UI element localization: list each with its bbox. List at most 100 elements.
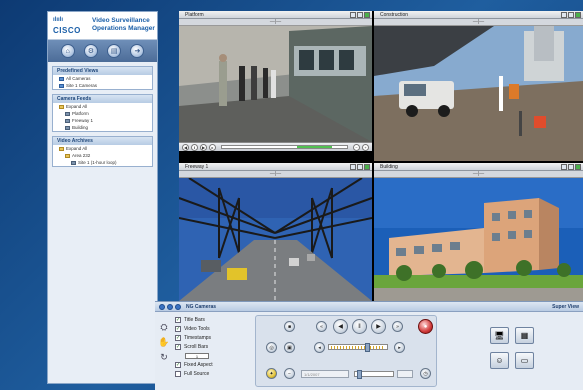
home-button[interactable]: ⌂ <box>60 44 75 58</box>
pane-freeway[interactable]: Freeway 1 —|— <box>179 163 372 301</box>
time-slider[interactable] <box>354 370 394 379</box>
tree-item-expand-all[interactable]: Expand All <box>53 103 152 110</box>
zoom-out-button[interactable]: − <box>353 143 360 151</box>
pane-resize-bar[interactable]: —|— <box>179 171 372 178</box>
minimize-button[interactable] <box>561 164 567 170</box>
checkbox[interactable]: ✓ <box>175 325 181 332</box>
clock-button[interactable]: ◷ <box>420 368 431 379</box>
status-button[interactable] <box>575 164 581 170</box>
zoom-in-button[interactable]: + <box>362 143 369 151</box>
predefined-views-section: Predefined Views All Cameras Site 1 Came… <box>52 66 153 90</box>
option-full-source[interactable]: Full Source <box>175 369 237 378</box>
tree-item-building[interactable]: Building <box>53 124 152 131</box>
tree-item-area[interactable]: Area 232 <box>53 152 152 159</box>
view-icon <box>59 83 64 88</box>
pause-button[interactable]: ‖ <box>191 143 198 151</box>
section-title[interactable]: Predefined Views <box>53 67 152 75</box>
option-fixed-aspect[interactable]: ✓ Fixed Aspect <box>175 360 237 369</box>
layout-single-button[interactable]: 🖥 <box>490 327 509 344</box>
snapshot-button[interactable]: ▣ <box>284 342 295 353</box>
step-button[interactable]: ▸ <box>209 143 216 151</box>
zoom-button[interactable] <box>357 164 363 170</box>
camera-icon <box>71 160 76 165</box>
fast-button[interactable]: ▸ <box>394 342 405 353</box>
layout-people-button[interactable]: ☺ <box>490 352 509 369</box>
layout-screen-button[interactable]: ▭ <box>515 352 534 369</box>
left-panel: ılıılı CISCO Video Surveillance Operatio… <box>47 11 158 384</box>
layout-quad-button[interactable]: ▦ <box>515 327 534 344</box>
playback-timeline[interactable] <box>221 145 348 149</box>
minimize-button[interactable] <box>350 164 356 170</box>
refresh-button[interactable] <box>175 304 181 310</box>
camera-tool-icon[interactable]: ⛭ <box>160 322 167 333</box>
pane-resize-bar[interactable]: —|— <box>374 171 583 178</box>
record-button[interactable]: ● <box>418 319 433 334</box>
panel-header: NG Cameras Super View <box>155 302 583 312</box>
option-timestamps[interactable]: ✓ Timestamps <box>175 333 237 342</box>
pane-platform[interactable]: Platform —|— ◀ ‖ ▶ ▸ − + <box>179 11 372 161</box>
status-button[interactable] <box>575 12 581 18</box>
tree-item-freeway1[interactable]: Freeway 1 <box>53 117 152 124</box>
zoom-button[interactable] <box>568 164 574 170</box>
rewind-button[interactable]: ◀ <box>182 143 189 151</box>
freeway-video-feed <box>179 178 372 301</box>
minus-button[interactable]: − <box>284 368 295 379</box>
checkbox[interactable]: ✓ <box>175 334 181 341</box>
playback-controls: ■ « ◀ ‖ ▶ » ● ◎ ▣ ◂ ▸ ✦ − 1/1/2007 ◷ <box>255 315 437 387</box>
zoom-button[interactable] <box>357 12 363 18</box>
speed-slider[interactable] <box>328 343 388 352</box>
tree-item-platform[interactable]: Platform <box>53 110 152 117</box>
checkbox[interactable]: ✓ <box>175 361 181 368</box>
settings-button[interactable]: ⚙ <box>83 44 98 58</box>
rotate-tool-icon[interactable]: ↻ <box>160 352 168 363</box>
scroll-stepper[interactable]: 1 <box>185 352 209 359</box>
pane-construction[interactable]: Construction —|— <box>374 11 583 161</box>
key-button[interactable]: ✦ <box>266 368 277 379</box>
stop-button[interactable]: ■ <box>284 321 295 332</box>
gear-icon: ⚙ <box>87 48 95 55</box>
option-title-bars[interactable]: ✓ Title Bars <box>175 315 237 324</box>
hand-tool-icon[interactable]: ✋ <box>158 337 169 348</box>
play-button[interactable]: ▶ <box>371 319 386 334</box>
checkbox[interactable]: ✓ <box>175 316 181 323</box>
document-button[interactable]: ▤ <box>107 44 122 58</box>
status-button[interactable] <box>364 12 370 18</box>
pane-controls <box>561 164 581 170</box>
forward-button[interactable] <box>167 304 173 310</box>
panel-right-label[interactable]: Super View <box>552 302 579 312</box>
speed-slider-thumb[interactable] <box>365 343 370 352</box>
status-button[interactable] <box>364 164 370 170</box>
video-grid: Platform —|— ◀ ‖ ▶ ▸ − + Construction —|… <box>179 11 583 301</box>
slow-button[interactable]: ◂ <box>314 342 325 353</box>
play-button[interactable]: ▶ <box>200 143 207 151</box>
section-title[interactable]: Camera Feeds <box>53 95 152 103</box>
tree-item-all-cameras[interactable]: All Cameras <box>53 75 152 82</box>
minimize-button[interactable] <box>561 12 567 18</box>
section-title[interactable]: Video Archives <box>53 137 152 145</box>
pane-title-bar: Platform <box>179 11 372 19</box>
date-field[interactable]: 1/1/2007 <box>301 370 349 378</box>
checkbox[interactable] <box>175 370 181 377</box>
skip-forward-button[interactable]: » <box>392 321 403 332</box>
logout-button[interactable]: ➔ <box>130 44 145 58</box>
time-slider-thumb[interactable] <box>357 370 362 379</box>
scroll-stepper-row: 1 <box>175 351 237 360</box>
main-toolbar: ⌂ ⚙ ▤ ➔ <box>48 40 157 62</box>
skip-back-button[interactable]: « <box>316 321 327 332</box>
pane-resize-bar[interactable]: —|— <box>374 19 583 26</box>
checkbox[interactable]: ✓ <box>175 343 181 350</box>
option-scroll-bars[interactable]: ✓ Scroll Bars <box>175 342 237 351</box>
zoom-button[interactable]: ◎ <box>266 342 277 353</box>
tree-item-site1-cameras[interactable]: Site 1 Cameras <box>53 82 152 89</box>
tree-item-archive[interactable]: Site 1 (1-hour loop) <box>53 159 152 166</box>
minimize-button[interactable] <box>350 12 356 18</box>
go-field[interactable] <box>397 370 413 378</box>
option-video-tools[interactable]: ✓ Video Tools <box>175 324 237 333</box>
rewind-button[interactable]: ◀ <box>333 319 348 334</box>
pane-building[interactable]: Building —|— <box>374 163 583 301</box>
pane-resize-bar[interactable]: —|— <box>179 19 372 26</box>
zoom-button[interactable] <box>568 12 574 18</box>
tree-item-expand-all[interactable]: Expand All <box>53 145 152 152</box>
pause-button[interactable]: ‖ <box>352 319 367 334</box>
back-button[interactable] <box>159 304 165 310</box>
